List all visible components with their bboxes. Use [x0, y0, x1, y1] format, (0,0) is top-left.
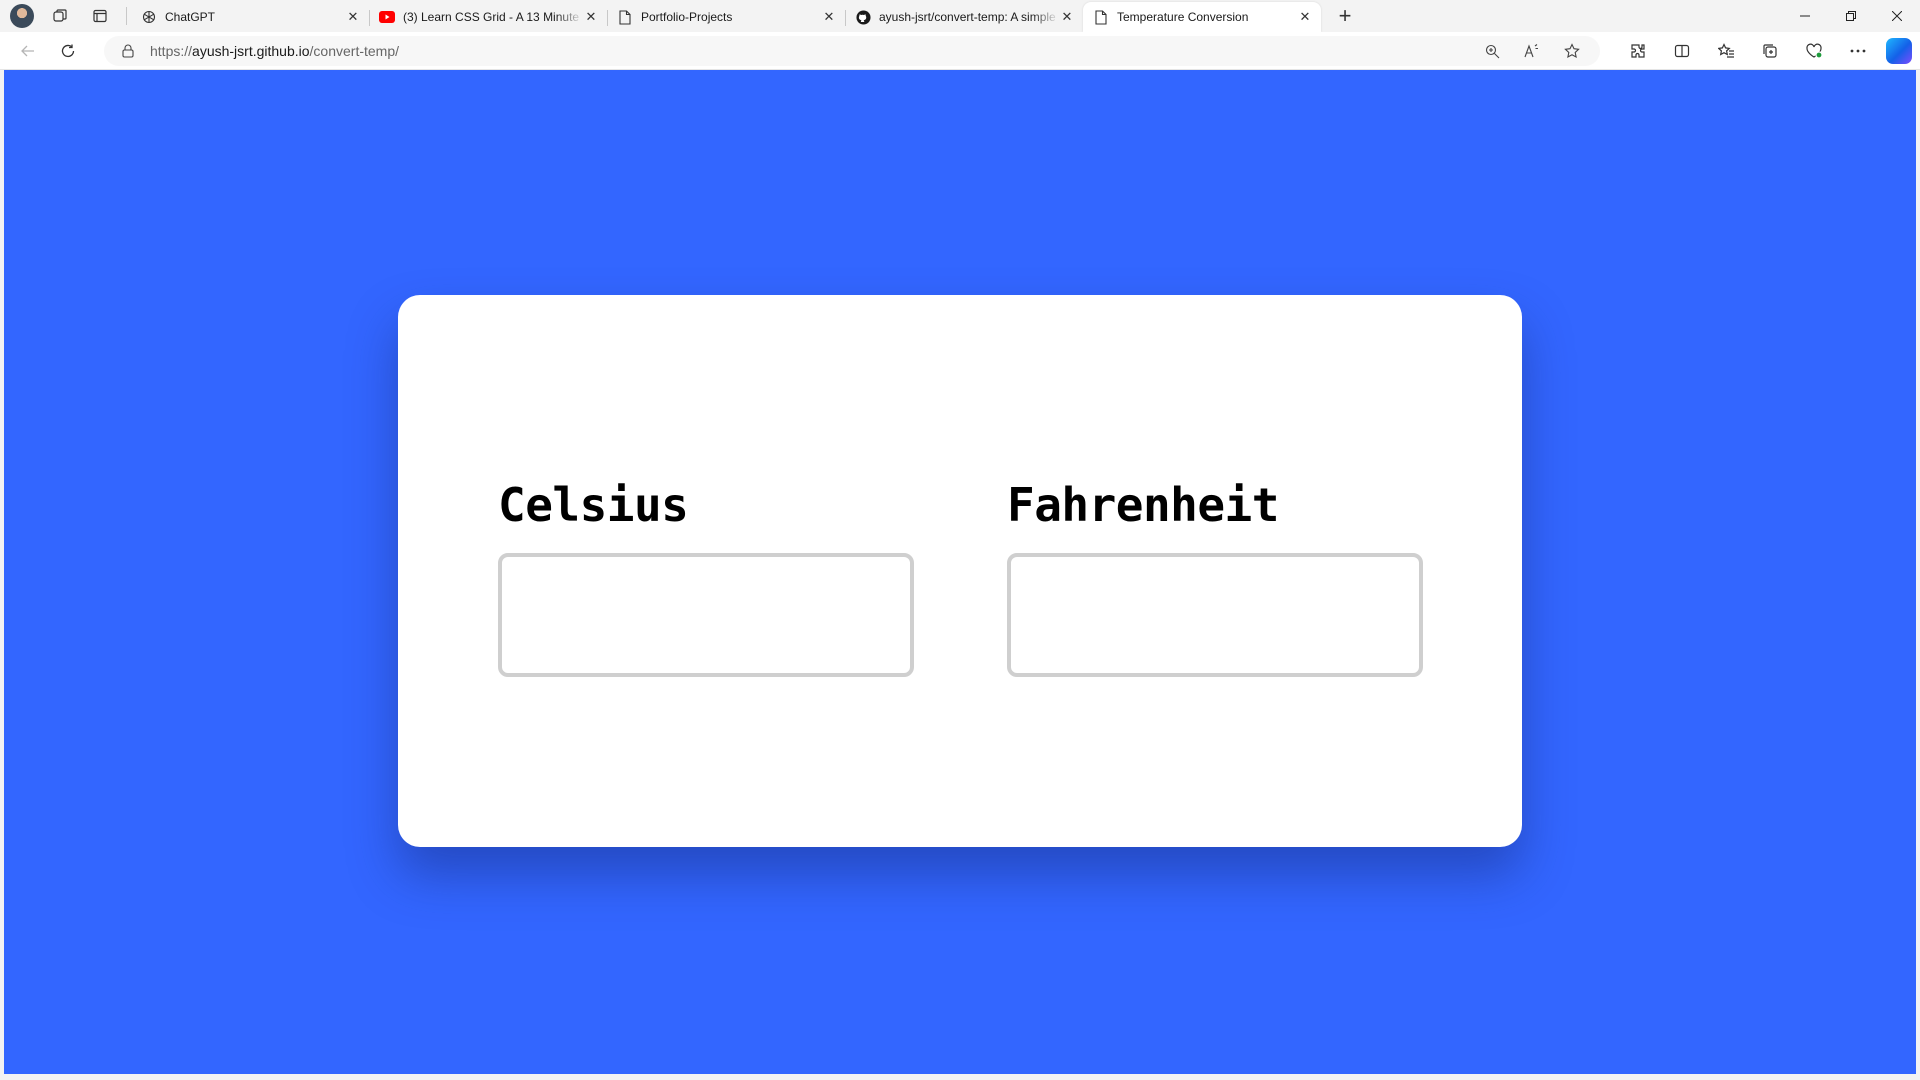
url-host: ayush-jsrt.github.io — [192, 43, 310, 59]
chatgpt-icon — [141, 9, 157, 25]
address-bar-actions — [1476, 36, 1588, 66]
tab-title: ayush-jsrt/convert-temp: A simple — [879, 10, 1056, 24]
new-tab-button[interactable]: + — [1331, 2, 1359, 30]
celsius-field: Celsius — [498, 477, 914, 677]
url-path: /convert-temp/ — [309, 43, 400, 59]
close-icon[interactable]: ✕ — [583, 9, 599, 25]
celsius-input[interactable] — [498, 553, 914, 677]
url-text[interactable]: https://ayush-jsrt.github.io/convert-tem… — [150, 43, 399, 59]
tab-list: ChatGPT ✕ (3) Learn CSS Grid - A 13 Minu… — [131, 0, 1321, 32]
youtube-icon — [379, 9, 395, 25]
tab-title: Temperature Conversion — [1117, 10, 1249, 24]
window-controls — [1782, 0, 1920, 32]
vertical-tabs-icon[interactable] — [86, 2, 114, 30]
browser-toolbar: https://ayush-jsrt.github.io/convert-tem… — [0, 32, 1920, 70]
favorites-icon[interactable] — [1710, 35, 1742, 67]
close-icon[interactable]: ✕ — [1059, 9, 1075, 25]
tab-temperature-conversion[interactable]: Temperature Conversion ✕ — [1083, 2, 1321, 32]
celsius-label: Celsius — [498, 478, 689, 532]
strip-divider — [126, 7, 127, 25]
minimize-icon[interactable] — [1782, 0, 1828, 32]
tab-title: Portfolio-Projects — [641, 10, 733, 24]
tab-github[interactable]: ayush-jsrt/convert-temp: A simple ✕ — [845, 2, 1083, 32]
fahrenheit-label: Fahrenheit — [1007, 478, 1279, 532]
address-bar[interactable]: https://ayush-jsrt.github.io/convert-tem… — [104, 36, 1600, 66]
tab-title: ChatGPT — [165, 10, 216, 24]
github-icon — [855, 9, 871, 25]
tab-youtube[interactable]: (3) Learn CSS Grid - A 13 Minute Deep Di… — [369, 2, 607, 32]
close-icon[interactable]: ✕ — [345, 9, 361, 25]
workspaces-icon[interactable] — [46, 2, 74, 30]
restore-icon[interactable] — [1828, 0, 1874, 32]
close-icon[interactable]: ✕ — [821, 9, 837, 25]
url-scheme: https:// — [150, 43, 193, 59]
copilot-icon[interactable] — [1886, 38, 1912, 64]
read-aloud-icon[interactable] — [1516, 35, 1548, 67]
favorite-star-icon[interactable] — [1556, 35, 1588, 67]
page-icon — [617, 9, 633, 25]
tab-portfolio[interactable]: Portfolio-Projects ✕ — [607, 2, 845, 32]
tab-chatgpt[interactable]: ChatGPT ✕ — [131, 2, 369, 32]
browser-essentials-icon[interactable] — [1798, 35, 1830, 67]
window-bottom-edge — [0, 1074, 1920, 1080]
back-arrow-icon[interactable] — [12, 35, 44, 67]
page-icon — [1093, 9, 1109, 25]
profile-avatar[interactable] — [10, 4, 34, 28]
page-viewport: Celsius Fahrenheit — [4, 70, 1916, 1074]
lock-icon[interactable] — [118, 41, 138, 61]
tab-strip: ChatGPT ✕ (3) Learn CSS Grid - A 13 Minu… — [0, 0, 1920, 32]
converter-card: Celsius Fahrenheit — [398, 295, 1522, 847]
refresh-icon[interactable] — [52, 35, 84, 67]
fahrenheit-field: Fahrenheit — [1007, 477, 1423, 677]
fahrenheit-input[interactable] — [1007, 553, 1423, 677]
toolbar-right — [1622, 35, 1912, 67]
collections-icon[interactable] — [1754, 35, 1786, 67]
extensions-icon[interactable] — [1622, 35, 1654, 67]
zoom-icon[interactable] — [1476, 35, 1508, 67]
more-options-icon[interactable] — [1842, 35, 1874, 67]
split-screen-icon[interactable] — [1666, 35, 1698, 67]
tab-title: (3) Learn CSS Grid - A 13 Minute Deep Di… — [403, 10, 583, 24]
close-icon[interactable]: ✕ — [1297, 9, 1313, 25]
close-window-icon[interactable] — [1874, 0, 1920, 32]
